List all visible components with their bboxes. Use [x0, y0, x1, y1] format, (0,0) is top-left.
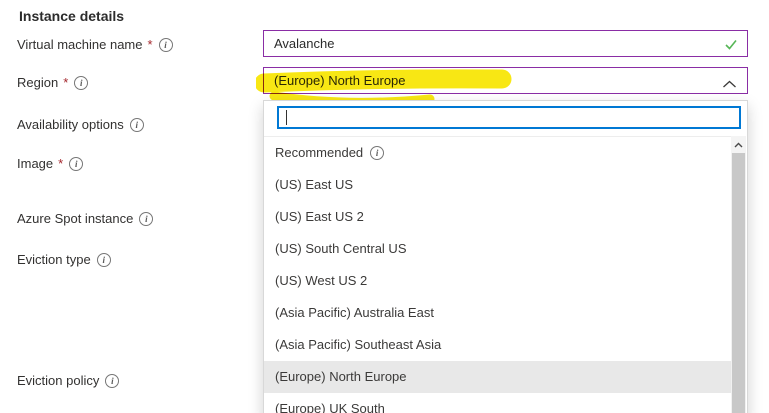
info-icon[interactable]: i [159, 38, 173, 52]
availability-options-label-text: Availability options [17, 117, 124, 133]
info-icon[interactable]: i [105, 374, 119, 388]
eviction-policy-label: Eviction policy i [17, 373, 119, 389]
availability-options-label: Availability options i [17, 117, 144, 133]
instance-details-form: Instance details Virtual machine name * i… [0, 0, 769, 413]
info-icon[interactable]: i [130, 118, 144, 132]
eviction-type-label-text: Eviction type [17, 252, 91, 268]
required-asterisk: * [148, 37, 153, 53]
vm-name-input[interactable]: Avalanche [263, 30, 748, 57]
region-label: Region * i [17, 75, 88, 91]
eviction-type-label: Eviction type i [17, 252, 111, 268]
region-combobox[interactable]: (Europe) North Europe [263, 67, 748, 94]
azure-spot-label-text: Azure Spot instance [17, 211, 133, 227]
region-group-header-text: Recommended [275, 137, 363, 169]
region-options-list: Recommended i (US) East US (US) East US … [264, 136, 731, 413]
info-icon[interactable]: i [69, 157, 83, 171]
section-title: Instance details [19, 8, 124, 24]
dropdown-scrollbar[interactable] [731, 136, 746, 413]
region-option[interactable]: (US) South Central US [264, 233, 731, 265]
chevron-up-icon [722, 77, 737, 92]
region-label-text: Region [17, 75, 58, 91]
azure-spot-label: Azure Spot instance i [17, 211, 153, 227]
eviction-policy-label-text: Eviction policy [17, 373, 99, 389]
info-icon[interactable]: i [74, 76, 88, 90]
region-search-input[interactable] [287, 108, 739, 127]
region-option[interactable]: (US) East US 2 [264, 201, 731, 233]
info-icon[interactable]: i [370, 146, 384, 160]
region-option[interactable]: (Europe) UK South [264, 393, 731, 413]
scrollbar-up-button[interactable] [731, 136, 746, 153]
region-search-field[interactable] [277, 106, 741, 129]
info-icon[interactable]: i [97, 253, 111, 267]
region-option[interactable]: (Asia Pacific) Australia East [264, 297, 731, 329]
region-option[interactable]: (Asia Pacific) Southeast Asia [264, 329, 731, 361]
region-option-selected[interactable]: (Europe) North Europe [264, 361, 731, 393]
vm-name-label: Virtual machine name * i [17, 37, 173, 53]
valid-check-icon [723, 37, 739, 54]
scroll-up-icon [734, 142, 743, 148]
region-group-header: Recommended i [264, 137, 731, 169]
vm-name-value: Avalanche [274, 36, 334, 51]
region-option[interactable]: (US) East US [264, 169, 731, 201]
region-selected-value: (Europe) North Europe [274, 73, 406, 88]
vm-name-label-text: Virtual machine name [17, 37, 143, 53]
region-option[interactable]: (US) West US 2 [264, 265, 731, 297]
required-asterisk: * [58, 156, 63, 172]
required-asterisk: * [63, 75, 68, 91]
image-label-text: Image [17, 156, 53, 172]
region-dropdown-panel: Recommended i (US) East US (US) East US … [263, 100, 748, 413]
scrollbar-thumb[interactable] [732, 153, 745, 413]
image-label: Image * i [17, 156, 83, 172]
info-icon[interactable]: i [139, 212, 153, 226]
